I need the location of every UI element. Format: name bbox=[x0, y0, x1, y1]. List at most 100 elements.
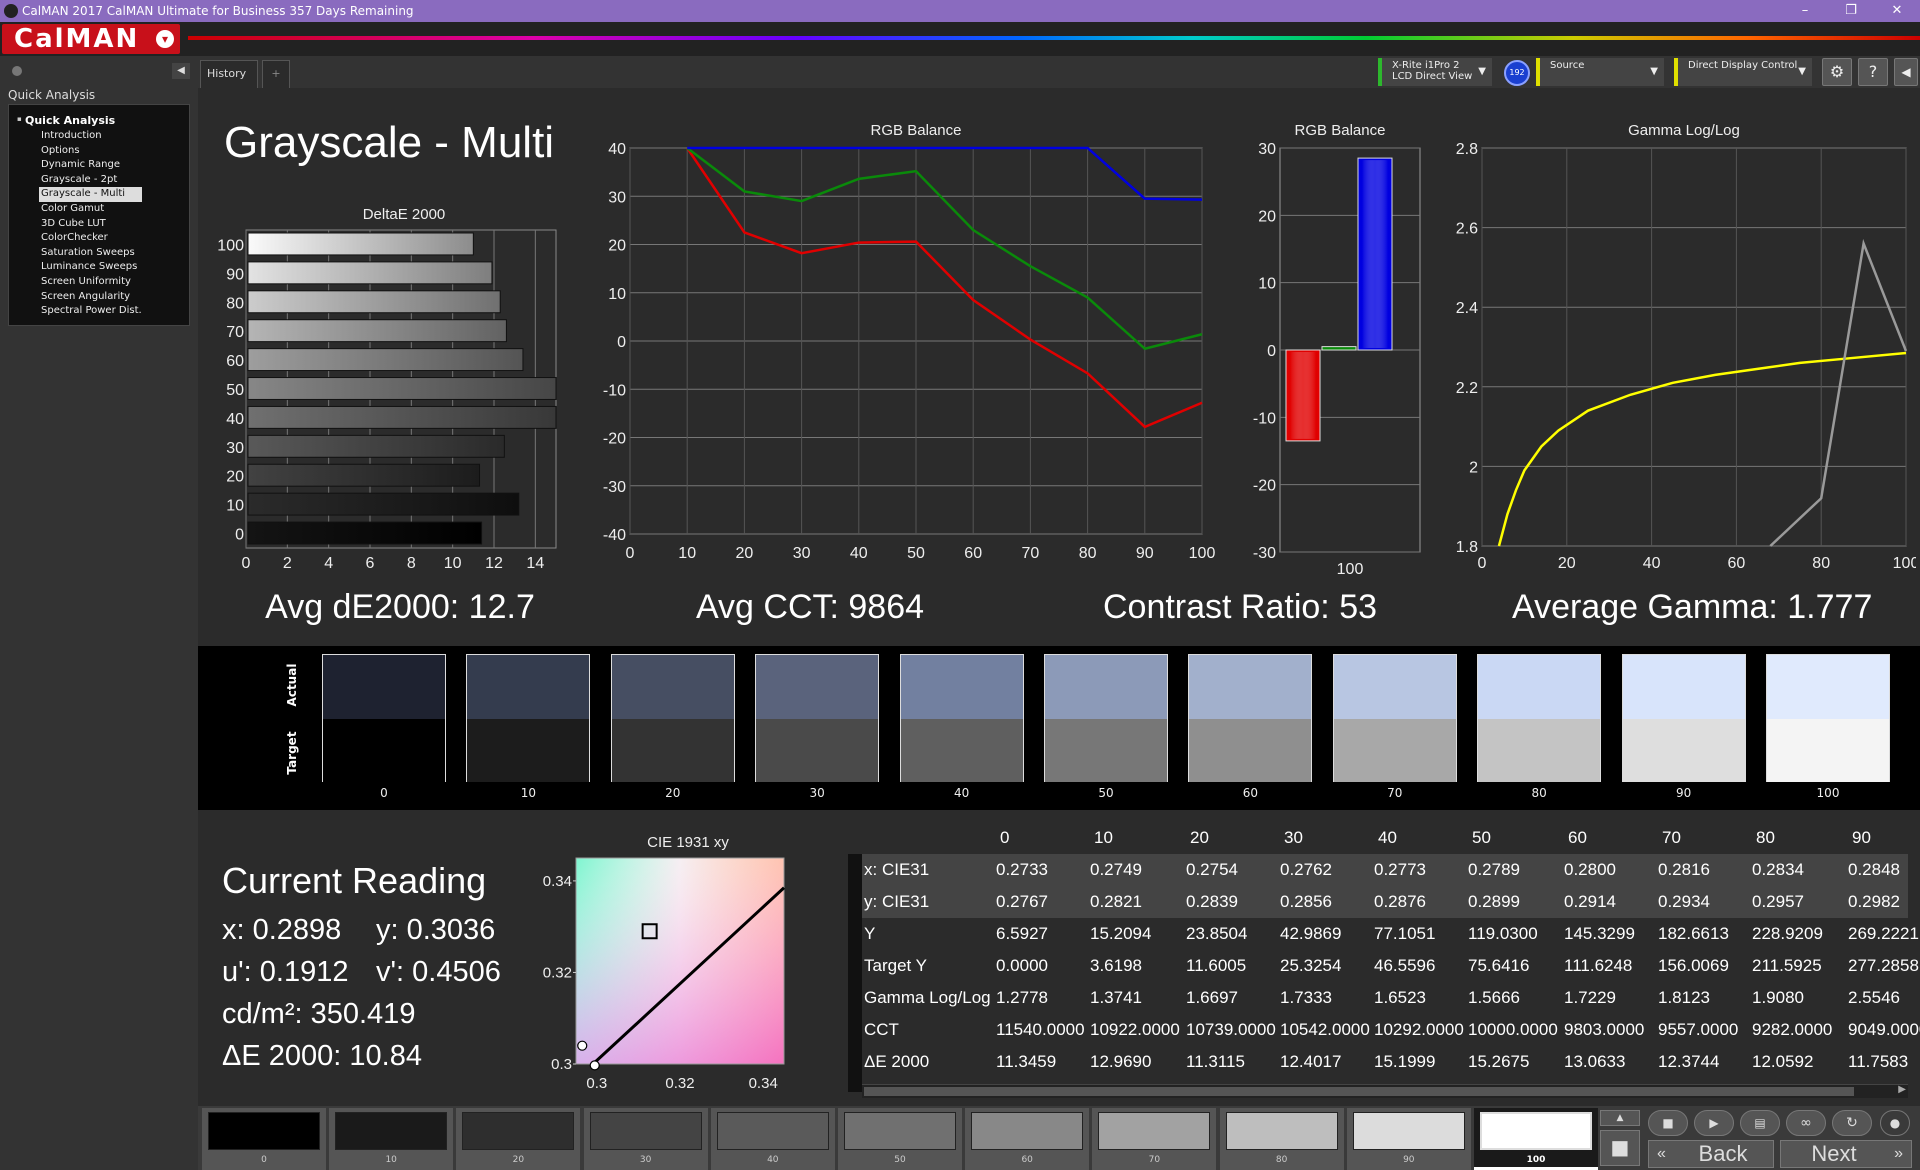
pattern-swatch-button[interactable]: 60 bbox=[965, 1108, 1090, 1170]
table-scrollbar[interactable]: ▶ bbox=[862, 1084, 1908, 1098]
sidebar-item[interactable]: Saturation Sweeps bbox=[41, 246, 142, 261]
sidebar-item[interactable]: Spectral Power Dist. bbox=[41, 304, 142, 319]
swatch-label: 10 bbox=[520, 786, 537, 800]
x-tick-label: 4 bbox=[324, 555, 333, 572]
pattern-swatch-button[interactable]: 40 bbox=[710, 1108, 835, 1170]
bar bbox=[247, 319, 507, 343]
bar bbox=[247, 405, 557, 429]
sidebar-item[interactable]: Screen Angularity bbox=[41, 290, 142, 305]
sidebar-item[interactable]: Screen Uniformity bbox=[41, 275, 142, 290]
play-icon[interactable]: ▶ bbox=[1694, 1110, 1734, 1136]
back-button[interactable]: « Back bbox=[1648, 1140, 1774, 1168]
column-header: 10 bbox=[1094, 828, 1113, 847]
pattern-swatch-button[interactable]: 90 bbox=[1346, 1108, 1471, 1170]
minimize-button[interactable]: – bbox=[1782, 0, 1828, 22]
pin-icon[interactable] bbox=[12, 66, 22, 76]
table-cell: 11.3115 bbox=[1186, 1052, 1245, 1071]
bar bbox=[247, 261, 493, 285]
table-row: Target Y 0.0000 3.6198 11.6005 25.3254 46.559… bbox=[862, 950, 1919, 982]
collapse-panel-icon[interactable]: ◀ bbox=[172, 63, 190, 79]
y-tick-label: 20 bbox=[226, 469, 244, 486]
pattern-swatch-button[interactable]: 100 bbox=[1474, 1108, 1598, 1170]
x-tick-label: 100 bbox=[1893, 555, 1916, 572]
table-cell: 1.9080 bbox=[1752, 988, 1804, 1007]
refresh-icon[interactable]: ↻ bbox=[1832, 1110, 1872, 1136]
next-button[interactable]: Next » bbox=[1780, 1140, 1912, 1168]
table-cell: 25.3254 bbox=[1280, 956, 1342, 975]
sidebar-item[interactable]: Grayscale - Multi bbox=[39, 187, 142, 202]
pattern-swatch-button[interactable]: 20 bbox=[456, 1108, 581, 1170]
pattern-up-icon[interactable]: ▲ bbox=[1600, 1110, 1640, 1126]
target-color bbox=[1333, 719, 1456, 782]
table-cell: 0.2856 bbox=[1280, 892, 1332, 911]
sidebar-item[interactable]: Grayscale - 2pt bbox=[41, 173, 142, 188]
table-cell: 12.9690 bbox=[1090, 1052, 1152, 1071]
pattern-swatch-button[interactable]: 50 bbox=[838, 1108, 962, 1170]
pattern-label: 0 bbox=[261, 1155, 267, 1165]
target-color bbox=[1478, 719, 1601, 782]
meter-badge[interactable]: 192 bbox=[1504, 60, 1530, 86]
tab-history-1[interactable]: History 1 bbox=[200, 60, 258, 106]
misc-icon[interactable]: ● bbox=[1880, 1110, 1910, 1136]
deltae-chart-title: DeltaE 2000 bbox=[362, 206, 446, 223]
pattern-label: 80 bbox=[1275, 1155, 1288, 1165]
save-icon[interactable]: ▤ bbox=[1740, 1110, 1780, 1136]
y-tick-label: 0.34 bbox=[543, 873, 572, 890]
help-icon[interactable]: ? bbox=[1858, 58, 1888, 86]
restore-button[interactable]: ❐ bbox=[1828, 0, 1874, 22]
x-tick-label: 30 bbox=[793, 545, 811, 562]
swatch-label: 70 bbox=[1387, 786, 1403, 800]
y-tick-label: 2 bbox=[1469, 459, 1478, 476]
column-header: 70 bbox=[1662, 828, 1681, 847]
table-cell: 0.2800 bbox=[1564, 860, 1616, 879]
collapse-right-icon[interactable]: ◀ bbox=[1894, 58, 1918, 86]
meter-selector[interactable]: X-Rite i1Pro 2 LCD Direct View ▼ bbox=[1378, 58, 1492, 86]
measured-point bbox=[589, 1060, 600, 1071]
table-cell: 145.3299 bbox=[1564, 924, 1635, 943]
record-stop-icon[interactable]: ■ bbox=[1648, 1110, 1688, 1136]
close-button[interactable]: ✕ bbox=[1874, 0, 1920, 22]
pattern-swatch-button[interactable]: 10 bbox=[329, 1108, 454, 1170]
table-cell: 1.6697 bbox=[1186, 988, 1238, 1007]
scroll-right-icon[interactable]: ▶ bbox=[1898, 1084, 1906, 1095]
sidebar-item[interactable]: Options bbox=[41, 144, 142, 159]
x-tick-label: 20 bbox=[1558, 555, 1576, 572]
pattern-label: 30 bbox=[639, 1155, 652, 1165]
x-tick-label: 80 bbox=[1812, 555, 1830, 572]
swatch-label: 40 bbox=[953, 786, 970, 800]
add-tab-button[interactable]: + bbox=[262, 60, 290, 88]
row-label: Y bbox=[864, 924, 876, 943]
sidebar-item[interactable]: Luminance Sweeps bbox=[41, 260, 142, 275]
x-tick-label: 100 bbox=[1337, 561, 1364, 578]
sidebar-item[interactable]: ColorChecker bbox=[41, 231, 142, 246]
tree-expander-icon[interactable]: ▪ bbox=[17, 115, 22, 123]
calman-menu-button[interactable]: CalMAN ▾ bbox=[2, 24, 180, 54]
table-cell: 6.5927 bbox=[996, 924, 1048, 943]
pattern-swatch-button[interactable]: 80 bbox=[1219, 1108, 1344, 1170]
source-selector[interactable]: Source ▼ bbox=[1536, 58, 1664, 86]
reading-u: u': 0.1912 bbox=[222, 956, 349, 988]
settings-gear-icon[interactable]: ⚙ bbox=[1822, 58, 1852, 86]
sidebar-item[interactable]: Dynamic Range bbox=[41, 158, 142, 173]
loop-icon[interactable]: ∞ bbox=[1786, 1110, 1826, 1136]
pattern-swatch-button[interactable]: 0 bbox=[202, 1108, 326, 1170]
source-label: Source bbox=[1550, 60, 1585, 71]
chevron-down-icon: ▾ bbox=[156, 30, 174, 48]
table-cell: 1.7229 bbox=[1564, 988, 1616, 1007]
pattern-swatch-button[interactable]: 30 bbox=[583, 1108, 708, 1170]
sidebar-item[interactable]: 3D Cube LUT bbox=[41, 217, 142, 232]
pattern-swatch-button[interactable]: 70 bbox=[1092, 1108, 1217, 1170]
color-swatch bbox=[1044, 654, 1168, 782]
color-swatch bbox=[755, 654, 880, 782]
app-logo: CalMAN bbox=[14, 24, 140, 54]
bar bbox=[247, 232, 474, 256]
sidebar-item[interactable]: Introduction bbox=[41, 129, 142, 144]
actual-color bbox=[1622, 655, 1745, 719]
column-header: 40 bbox=[1378, 828, 1397, 847]
scrollbar-thumb[interactable] bbox=[864, 1087, 1854, 1096]
display-selector[interactable]: Direct Display Control ▼ bbox=[1674, 58, 1812, 86]
sidebar-item[interactable]: Color Gamut bbox=[41, 202, 142, 217]
reading-y: y: 0.3036 bbox=[376, 914, 496, 946]
stop-icon[interactable]: ■ bbox=[1600, 1130, 1640, 1166]
tree-header[interactable]: Quick Analysis bbox=[25, 114, 115, 127]
